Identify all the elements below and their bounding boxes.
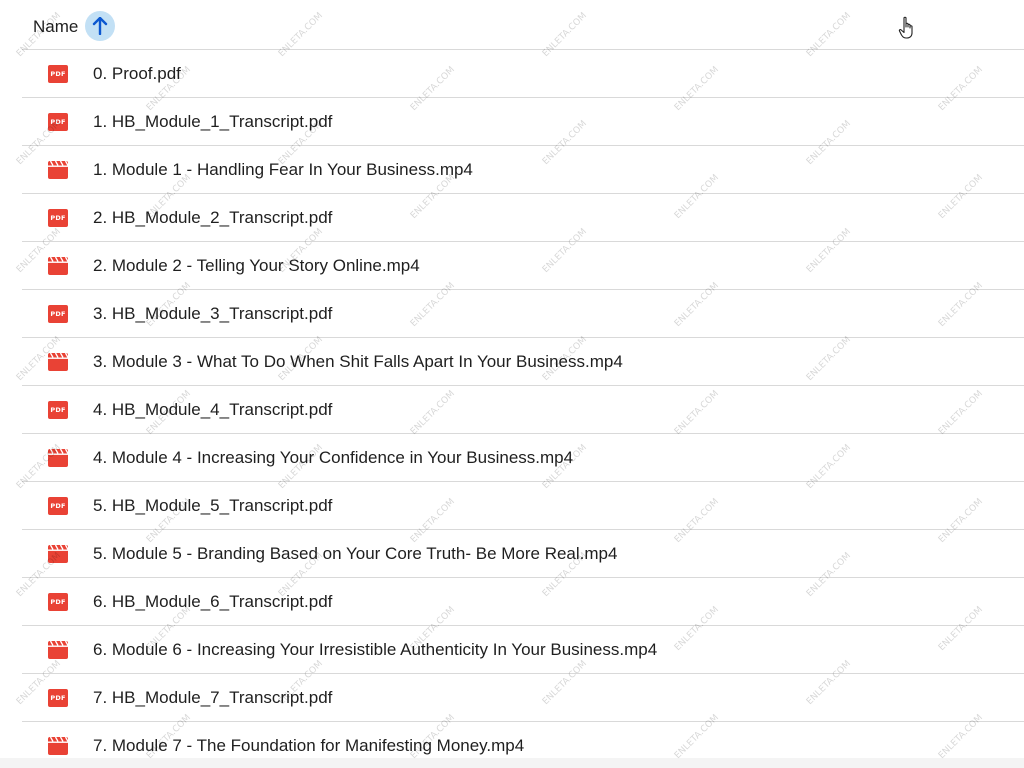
video-icon [48, 640, 69, 659]
file-name: 2. HB_Module_2_Transcript.pdf [93, 208, 333, 227]
pdf-icon-label: PDF [48, 65, 68, 83]
file-row[interactable]: 4. Module 4 - Increasing Your Confidence… [22, 434, 1024, 482]
pdf-icon: PDF [48, 401, 68, 419]
arrow-up-icon [92, 17, 108, 35]
pdf-icon-label: PDF [48, 689, 68, 707]
pdf-icon-label: PDF [48, 113, 68, 131]
bottom-edge [0, 758, 1024, 768]
file-name: 1. Module 1 - Handling Fear In Your Busi… [93, 160, 473, 179]
pdf-icon: PDF [48, 497, 68, 515]
file-name: 1. HB_Module_1_Transcript.pdf [93, 112, 333, 131]
pdf-icon-label: PDF [48, 209, 68, 227]
video-icon [48, 544, 69, 563]
file-row[interactable]: PDF 6. HB_Module_6_Transcript.pdf [22, 578, 1024, 626]
pdf-icon: PDF [48, 113, 68, 131]
file-row[interactable]: 2. Module 2 - Telling Your Story Online.… [22, 242, 1024, 290]
file-name: 4. HB_Module_4_Transcript.pdf [93, 400, 333, 419]
file-name: 2. Module 2 - Telling Your Story Online.… [93, 256, 420, 275]
pdf-icon-label: PDF [48, 497, 68, 515]
pdf-icon-label: PDF [48, 305, 68, 323]
file-row[interactable]: PDF 5. HB_Module_5_Transcript.pdf [22, 482, 1024, 530]
pdf-icon: PDF [48, 593, 68, 611]
file-row[interactable]: 1. Module 1 - Handling Fear In Your Busi… [22, 146, 1024, 194]
file-name: 7. Module 7 - The Foundation for Manifes… [93, 736, 525, 755]
video-icon [48, 352, 69, 371]
file-name: 6. Module 6 - Increasing Your Irresistib… [93, 640, 658, 659]
video-icon [48, 256, 69, 275]
file-name: 6. HB_Module_6_Transcript.pdf [93, 592, 333, 611]
file-list-header: Name [22, 0, 1024, 50]
file-list-page: Name PDF 0. Proof.pdf PDF 1. HB_Module_1_Tr… [0, 0, 1024, 768]
file-name: 4. Module 4 - Increasing Your Confidence… [93, 448, 574, 467]
hand-pointer-cursor-icon [898, 16, 913, 39]
file-name: 5. Module 5 - Branding Based on Your Cor… [93, 544, 618, 563]
file-row[interactable]: PDF 1. HB_Module_1_Transcript.pdf [22, 98, 1024, 146]
file-name: 0. Proof.pdf [93, 64, 181, 83]
file-name: 7. HB_Module_7_Transcript.pdf [93, 688, 333, 707]
file-row[interactable]: PDF 0. Proof.pdf [22, 50, 1024, 98]
file-name: 5. HB_Module_5_Transcript.pdf [93, 496, 333, 515]
sort-toggle-button[interactable] [85, 11, 115, 41]
name-column-header[interactable]: Name [33, 17, 78, 37]
video-icon [48, 448, 69, 467]
video-icon [48, 736, 69, 755]
file-row[interactable]: PDF 3. HB_Module_3_Transcript.pdf [22, 290, 1024, 338]
file-name: 3. Module 3 - What To Do When Shit Falls… [93, 352, 623, 371]
file-list: PDF 0. Proof.pdf PDF 1. HB_Module_1_Transcr… [22, 50, 1024, 768]
file-row[interactable]: PDF 2. HB_Module_2_Transcript.pdf [22, 194, 1024, 242]
pdf-icon: PDF [48, 689, 68, 707]
video-icon [48, 160, 69, 179]
file-row[interactable]: PDF 4. HB_Module_4_Transcript.pdf [22, 386, 1024, 434]
file-row[interactable]: 5. Module 5 - Branding Based on Your Cor… [22, 530, 1024, 578]
pdf-icon: PDF [48, 65, 68, 83]
pdf-icon: PDF [48, 209, 68, 227]
pdf-icon: PDF [48, 305, 68, 323]
pdf-icon-label: PDF [48, 401, 68, 419]
file-name: 3. HB_Module_3_Transcript.pdf [93, 304, 333, 323]
pdf-icon-label: PDF [48, 593, 68, 611]
file-row[interactable]: 3. Module 3 - What To Do When Shit Falls… [22, 338, 1024, 386]
file-row[interactable]: PDF 7. HB_Module_7_Transcript.pdf [22, 674, 1024, 722]
file-row[interactable]: 6. Module 6 - Increasing Your Irresistib… [22, 626, 1024, 674]
